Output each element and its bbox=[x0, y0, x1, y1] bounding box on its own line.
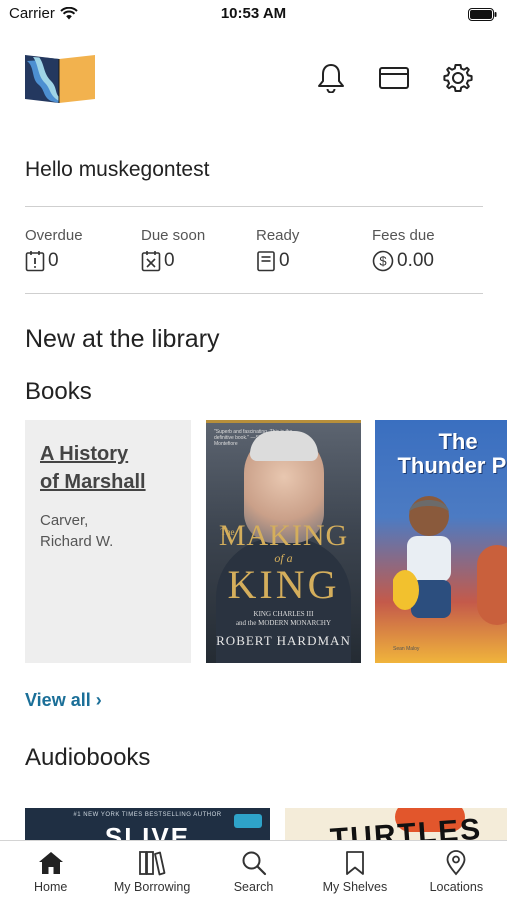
cover-title-line2: Thunder Pe bbox=[397, 453, 507, 478]
book-title-line1: A History bbox=[40, 443, 129, 465]
document-icon bbox=[257, 251, 275, 272]
status-bar: Carrier 10:53 AM bbox=[0, 0, 507, 30]
map-pin-icon bbox=[446, 850, 466, 876]
book-cover-making-of-a-king[interactable]: "Superb and fascinating. This is the def… bbox=[206, 420, 361, 663]
stat-ready[interactable]: Ready 0 bbox=[256, 227, 371, 272]
divider bbox=[25, 206, 483, 207]
tab-home[interactable]: Home bbox=[0, 841, 101, 900]
stat-label: Ready bbox=[256, 227, 300, 244]
books-heading: Books bbox=[25, 378, 92, 405]
tab-label: Home bbox=[34, 880, 68, 894]
cover-art-hair bbox=[250, 431, 318, 461]
tab-label: Search bbox=[233, 880, 274, 894]
cover-author: ROBERT HARDMAN bbox=[216, 633, 351, 648]
bookmark-icon bbox=[346, 851, 364, 875]
divider bbox=[25, 293, 483, 294]
book-author-line2: Richard W. bbox=[40, 533, 114, 550]
stat-label: Fees due bbox=[372, 227, 435, 244]
book-author: Carver, Richard W. bbox=[40, 510, 176, 552]
greeting-text: Hello muskegontest bbox=[25, 158, 210, 181]
library-book-logo bbox=[25, 55, 95, 103]
svg-text:$: $ bbox=[379, 254, 387, 269]
book-title-line2: of Marshall bbox=[40, 471, 146, 493]
cover-art-boy bbox=[393, 496, 451, 618]
book-cover-the-thunder[interactable]: The Thunder Pe Sean Maloy bbox=[375, 420, 507, 663]
book-author-line1: Carver, bbox=[40, 512, 89, 529]
tab-label: Locations bbox=[429, 880, 484, 894]
home-icon bbox=[38, 852, 63, 874]
battery-icon bbox=[468, 8, 497, 21]
calendar-x-icon bbox=[141, 251, 161, 272]
book-card-a-history-of-marshall[interactable]: A History of Marshall Carver, Richard W. bbox=[25, 420, 191, 663]
tab-my-borrowing[interactable]: My Borrowing bbox=[101, 841, 202, 900]
stat-overdue[interactable]: Overdue 0 bbox=[25, 227, 140, 272]
tab-label: My Borrowing bbox=[113, 880, 191, 894]
tab-locations[interactable]: Locations bbox=[406, 841, 507, 900]
cover-subtitle-line1: KING CHARLES III bbox=[253, 610, 314, 618]
stat-label: Due soon bbox=[141, 227, 206, 244]
audiobook-badge-icon bbox=[234, 814, 262, 828]
settings-button[interactable] bbox=[442, 62, 474, 94]
stat-due-soon[interactable]: Due soon 0 bbox=[141, 227, 256, 272]
stat-fees-due[interactable]: Fees due $ 0.00 bbox=[372, 227, 487, 272]
dollar-circle-icon: $ bbox=[372, 250, 394, 272]
cover-title: The Thunder Pe bbox=[393, 430, 507, 478]
card-icon bbox=[379, 67, 409, 89]
cover-author: Sean Maloy bbox=[393, 646, 420, 652]
cover-subtitle-line2: and the MODERN MONARCHY bbox=[235, 619, 332, 627]
tab-search[interactable]: Search bbox=[203, 841, 304, 900]
audiobook-cover-1[interactable]: #1 NEW YORK TIMES BESTSELLING AUTHOR SLI… bbox=[25, 808, 270, 840]
tab-my-shelves[interactable]: My Shelves bbox=[304, 841, 405, 900]
status-time: 10:53 AM bbox=[220, 5, 287, 22]
stat-value: 0 bbox=[279, 250, 290, 271]
cover-prefix: The bbox=[220, 527, 235, 537]
search-icon bbox=[242, 851, 266, 876]
cover-title-line1: The bbox=[438, 429, 478, 454]
notifications-button[interactable] bbox=[315, 62, 347, 94]
stat-value: 0 bbox=[164, 250, 175, 271]
cover-art-girl bbox=[477, 545, 507, 625]
books-icon bbox=[139, 851, 166, 876]
tab-label: My Shelves bbox=[322, 880, 388, 894]
book-title: A History of Marshall bbox=[40, 440, 176, 496]
view-all-books-link[interactable]: View all › bbox=[25, 690, 102, 711]
stat-value: 0 bbox=[48, 250, 59, 271]
stat-value: 0.00 bbox=[397, 250, 434, 271]
library-card-button[interactable] bbox=[378, 62, 410, 94]
bell-icon bbox=[318, 64, 344, 93]
audiobooks-heading: Audiobooks bbox=[25, 744, 151, 771]
cover-subtitle: KING CHARLES III and the MODERN MONARCHY bbox=[206, 610, 361, 628]
gear-icon bbox=[443, 64, 473, 92]
stat-label: Overdue bbox=[25, 227, 83, 244]
calendar-alert-icon bbox=[25, 251, 45, 272]
audiobook-cover-2[interactable]: TURTLES bbox=[285, 808, 507, 840]
cover-title-king: KING bbox=[227, 562, 340, 607]
tab-bar: Home My Borrowing Search My Shelves Loca… bbox=[0, 840, 507, 900]
section-title: New at the library bbox=[25, 325, 220, 353]
